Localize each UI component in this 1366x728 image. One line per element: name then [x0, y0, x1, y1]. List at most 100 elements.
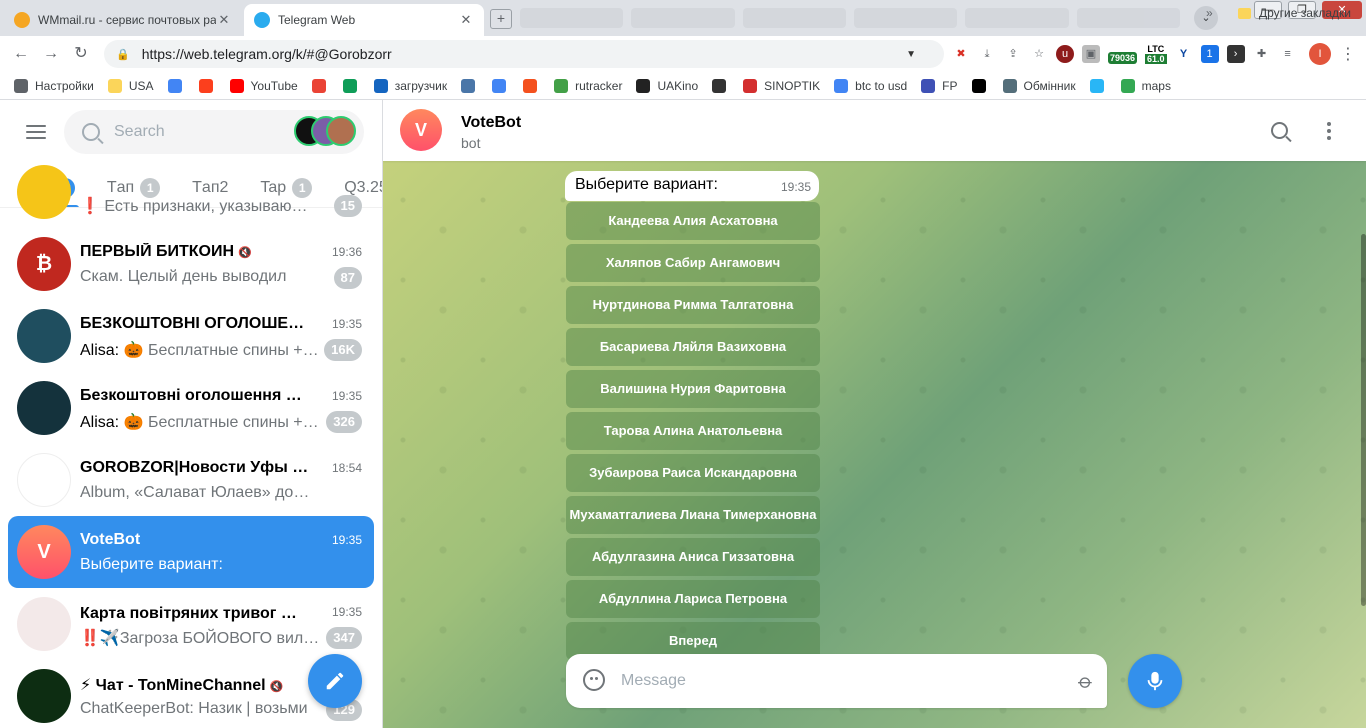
keyboard-option-button[interactable]: Тарова Алина Анатольевна: [566, 412, 820, 450]
ltc-price-widget[interactable]: LTC 61.0: [1145, 44, 1167, 64]
tab-title: WMmail.ru - сервис почтовых рассылок: [38, 13, 216, 27]
reload-icon[interactable]: ↻: [70, 44, 92, 64]
chat-list-item[interactable]: V VoteBot 19:35 Выберите вариант:: [8, 516, 374, 588]
bookmark-item[interactable]: [167, 78, 189, 93]
extension-badge-icon[interactable]: 1: [1200, 45, 1219, 63]
chat-preview: Выберите вариант:: [80, 556, 320, 574]
bookmark-item[interactable]: [971, 78, 993, 93]
forward-arrow-icon[interactable]: →: [40, 44, 62, 64]
hamburger-menu-icon[interactable]: [26, 125, 46, 139]
bookmark-item[interactable]: Настройки: [14, 78, 94, 93]
compose-button[interactable]: [308, 654, 362, 708]
keyboard-option-button[interactable]: Абдулгазина Аниса Гиззатовна: [566, 538, 820, 576]
keyboard-option-button[interactable]: Валишина Нурия Фаритовна: [566, 370, 820, 408]
search-input[interactable]: Search: [114, 123, 165, 141]
browser-menu-icon[interactable]: ⋮: [1340, 44, 1356, 64]
profile-avatar[interactable]: I: [1309, 43, 1331, 65]
bookmark-item[interactable]: FP: [921, 78, 958, 93]
keyboard-option-button[interactable]: Зубаирова Раиса Искандаровна: [566, 454, 820, 492]
muted-speaker-icon: 🔇: [305, 609, 310, 621]
emoji-icon[interactable]: [583, 669, 605, 691]
keyboard-option-button[interactable]: Кандеева Алия Асхатовна: [566, 202, 820, 240]
keyboard-option-button[interactable]: Нуртдинова Римма Талгатовна: [566, 286, 820, 324]
preview-text: ❗ Есть признаки, указывающие: [80, 198, 320, 215]
attach-icon[interactable]: ⌀: [1073, 668, 1099, 694]
tab-close-icon[interactable]: ✕: [458, 12, 474, 28]
message-bubble[interactable]: Выберите вариант: 19:35: [565, 171, 819, 201]
bookmark-item[interactable]: [342, 78, 364, 93]
bookmark-item[interactable]: [523, 78, 544, 93]
snowflake-icon: [1089, 78, 1104, 93]
url-omnibox[interactable]: 🔒 https://web.telegram.org/k/#@Gorobzorr…: [104, 40, 944, 68]
bookmark-item[interactable]: [311, 78, 333, 93]
chat-preview: Скам. Целый день выводил: [80, 268, 320, 286]
puzzle-extensions-icon[interactable]: ✚: [1253, 45, 1271, 63]
chat-avatar: [17, 165, 71, 219]
bookmark-item[interactable]: [712, 78, 733, 93]
chat-name-text: VoteBot: [80, 531, 141, 548]
bookmark-item[interactable]: [1089, 78, 1111, 93]
chat-title[interactable]: VoteBot: [461, 114, 521, 132]
blocked-icon[interactable]: ✖: [952, 45, 970, 63]
keyboard-option-button[interactable]: Мухаматгалиева Лиана Тимерхановна: [566, 496, 820, 534]
vpn-icon[interactable]: Y: [1175, 45, 1193, 63]
chat-name-text: GOROBZOR|Новости Уфы и Башкирии: [80, 459, 310, 476]
story-avatar[interactable]: [326, 116, 356, 146]
bookmark-item[interactable]: btc to usd: [834, 78, 907, 93]
reading-list-icon[interactable]: ≡: [1279, 45, 1297, 63]
tab-close-icon[interactable]: ✕: [216, 12, 232, 28]
bookmark-item[interactable]: Обмінник: [1002, 78, 1076, 93]
chat-list-item[interactable]: ₿ ПЕРВЫЙ БИТКОИН 🔇 19:36 Скам. Целый день вы…: [8, 228, 374, 300]
browser-tab-wmmail[interactable]: WMmail.ru - сервис почтовых рассылок ✕: [4, 4, 242, 36]
bookmark-item[interactable]: rutracker: [554, 78, 622, 93]
bookmarks-overflow-chevron[interactable]: »: [1206, 6, 1213, 20]
browser-tab-telegram[interactable]: Telegram Web ✕: [244, 4, 484, 36]
chat-scrollbar[interactable]: [1361, 234, 1366, 606]
chat-avatar: [17, 381, 71, 435]
bookmark-item[interactable]: YouTube: [229, 78, 298, 93]
ublock-icon[interactable]: u: [1056, 45, 1074, 63]
chat-name-text: Карта повітряних тривог ‼️: [80, 605, 301, 622]
microphone-button[interactable]: [1128, 654, 1182, 708]
star-bookmark-icon[interactable]: ☆: [1030, 45, 1048, 63]
keyboard-option-button[interactable]: Басариева Ляйля Вазиховна: [566, 328, 820, 366]
chat-list-item[interactable]: GOROBZOR|Новости Уфы и Башкирии🔇 18:54 Alb…: [8, 444, 374, 516]
new-tab-button[interactable]: +: [490, 9, 512, 29]
bookmark-item[interactable]: [461, 78, 482, 93]
other-bookmarks-label: Другие закладки: [1259, 6, 1351, 20]
bookmark-item[interactable]: [198, 78, 220, 93]
back-arrow-icon[interactable]: ←: [10, 44, 32, 64]
chat-header[interactable]: V VoteBot bot: [383, 100, 1366, 161]
youtube-icon: [229, 78, 244, 93]
share-icon[interactable]: ⇪: [1004, 45, 1022, 63]
chat-avatar[interactable]: V: [400, 109, 442, 151]
chat-list-item[interactable]: Карта повітряних тривог ‼️ 🔇 19:35 ‼️✈️Загр…: [8, 588, 374, 660]
bookmark-label: Обмінник: [1023, 78, 1076, 93]
bookmark-item[interactable]: USA: [107, 78, 154, 93]
chat-list-item[interactable]: Безкоштовні оголошення робота🔇 19:35 Alisa…: [8, 372, 374, 444]
message-input[interactable]: [621, 654, 1051, 708]
bookmark-item[interactable]: maps: [1120, 78, 1171, 93]
chat-avatar: [17, 597, 71, 651]
chat-list-item[interactable]: БЕЗКОШТОВНІ ОГОЛОШЕННЯ🔇 19:35 Alisa: 🎃 Бес…: [8, 300, 374, 372]
install-icon[interactable]: ⤓: [978, 45, 996, 63]
chat-menu-icon[interactable]: [1327, 122, 1331, 140]
keyboard-option-button[interactable]: Халяпов Сабир Ангамович: [566, 244, 820, 282]
keyboard-option-button[interactable]: Абдуллина Лариса Петровна: [566, 580, 820, 618]
arrow-extension-icon[interactable]: ›: [1226, 45, 1245, 63]
omnibox-dropdown-icon[interactable]: ▼: [906, 49, 916, 60]
chat-list-item[interactable]: ❗ Есть признаки, указывающие 15: [8, 156, 374, 228]
chat-preview: Album, «Салават Юлаев» дома обыграл: [80, 484, 320, 502]
bookmark-item[interactable]: загрузчик: [373, 78, 447, 93]
preview-text: 🎃 Бесплатные спины + бонус: [123, 414, 320, 431]
stories-avatars[interactable]: [294, 116, 358, 148]
btc-price-badge[interactable]: 79036: [1108, 52, 1138, 64]
chat-search-icon[interactable]: [1271, 122, 1288, 139]
url-text: https://web.telegram.org/k/#@Gorobzorr: [141, 46, 392, 62]
other-bookmarks-folder[interactable]: Другие закладки: [1238, 6, 1351, 20]
bookmark-item[interactable]: UAKino: [636, 78, 698, 93]
search-box[interactable]: Search: [64, 110, 364, 154]
bookmark-item[interactable]: SINOPTIK: [743, 78, 820, 93]
bookmark-item[interactable]: [492, 78, 513, 93]
briefcase-icon[interactable]: ▣: [1082, 45, 1100, 63]
